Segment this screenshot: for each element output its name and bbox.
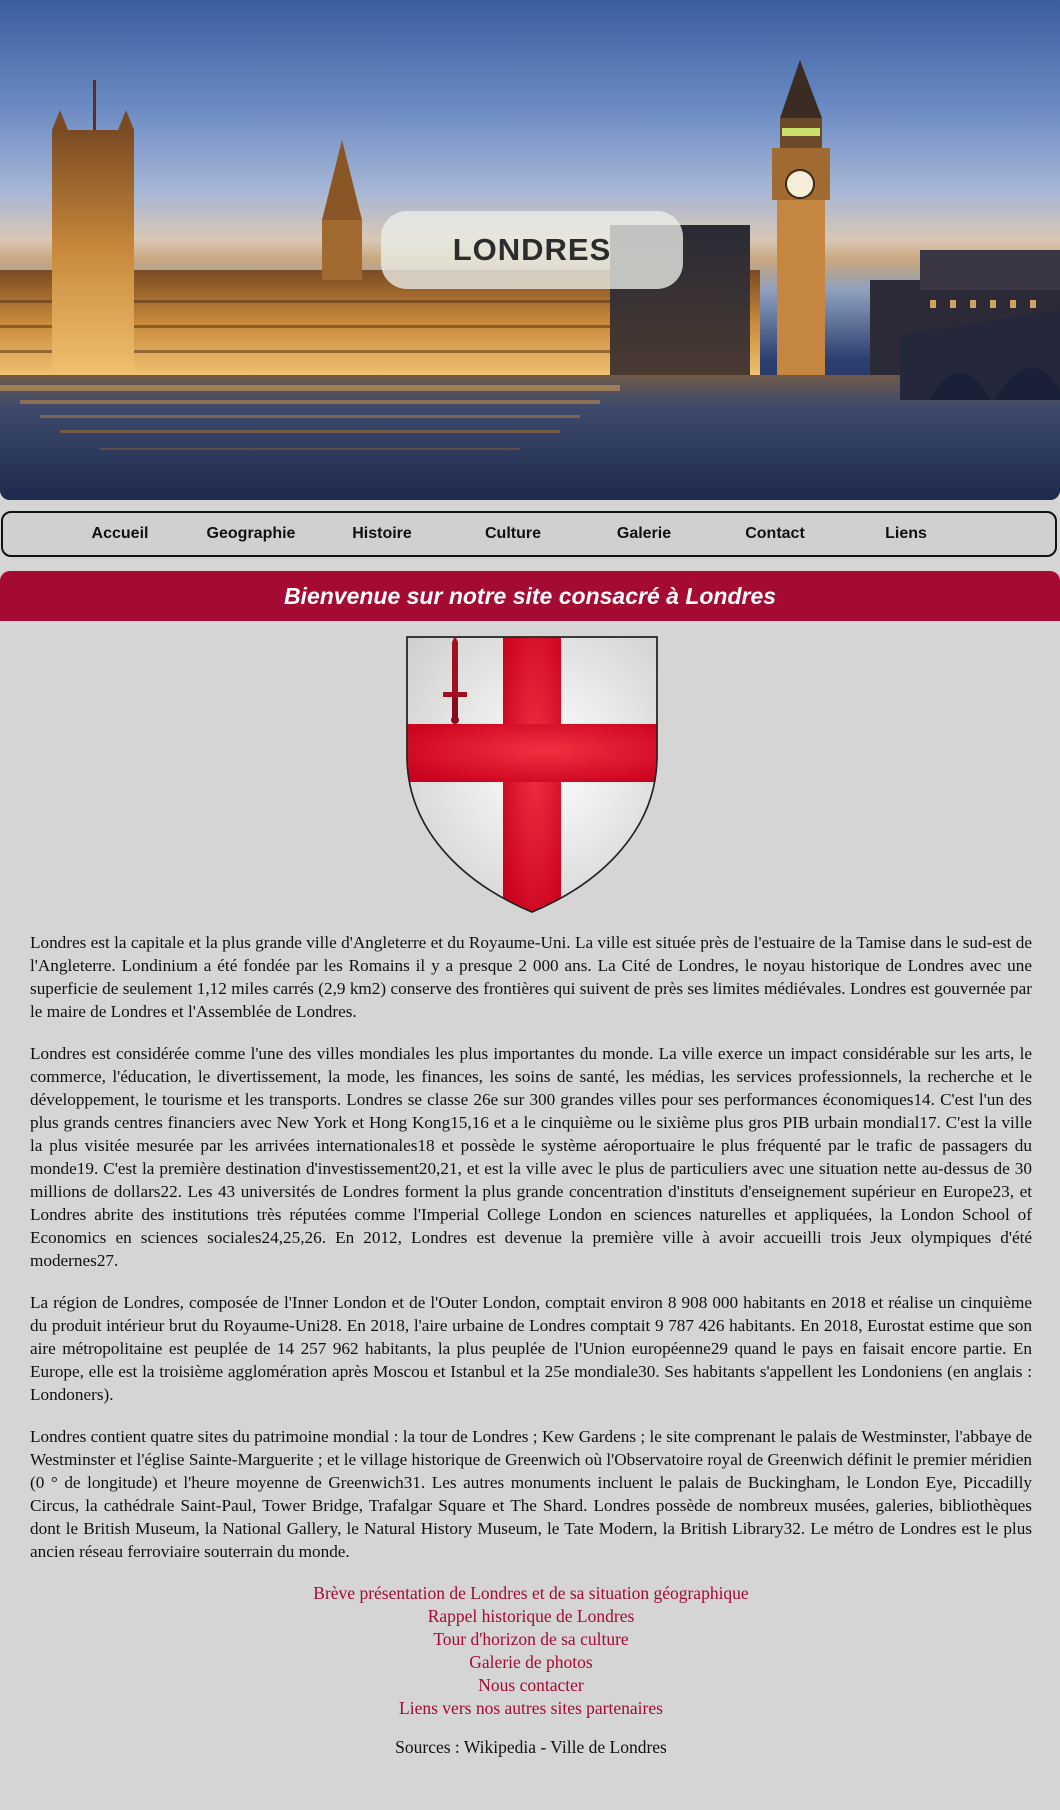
main-content: Londres est la capitale et la plus grand… — [30, 931, 1032, 1759]
link-geographie[interactable]: Brève présentation de Londres et de sa s… — [30, 1582, 1032, 1605]
nav-item-liens[interactable]: Liens — [885, 513, 927, 555]
link-galerie[interactable]: Galerie de photos — [30, 1651, 1032, 1674]
welcome-banner: Bienvenue sur notre site consacré à Lond… — [0, 571, 1060, 621]
link-contact[interactable]: Nous contacter — [30, 1674, 1032, 1697]
coat-of-arms-icon — [406, 636, 658, 913]
link-culture[interactable]: Tour d'horizon de sa culture — [30, 1628, 1032, 1651]
nav-item-contact[interactable]: Contact — [745, 513, 805, 555]
nav-item-histoire[interactable]: Histoire — [352, 513, 412, 555]
paragraph-importance: Londres est considérée comme l'une des v… — [30, 1044, 1032, 1270]
link-histoire[interactable]: Rappel historique de Londres — [30, 1605, 1032, 1628]
paragraph-population: La région de Londres, composée de l'Inne… — [30, 1293, 1032, 1404]
section-links: Brève présentation de Londres et de sa s… — [30, 1582, 1032, 1720]
main-navigation: Accueil Geographie Histoire Culture Gale… — [1, 511, 1057, 557]
nav-item-accueil[interactable]: Accueil — [92, 513, 149, 555]
link-liens[interactable]: Liens vers nos autres sites partenaires — [30, 1697, 1032, 1720]
hero-banner: LONDRES — [0, 0, 1060, 500]
nav-item-galerie[interactable]: Galerie — [617, 513, 671, 555]
site-title: LONDRES — [381, 211, 683, 289]
nav-item-geographie[interactable]: Geographie — [207, 513, 296, 555]
paragraph-intro: Londres est la capitale et la plus grand… — [30, 933, 1032, 1021]
nav-item-culture[interactable]: Culture — [485, 513, 541, 555]
sources-text: Sources : Wikipedia - Ville de Londres — [395, 1737, 667, 1757]
paragraph-heritage: Londres contient quatre sites du patrimo… — [30, 1427, 1032, 1561]
